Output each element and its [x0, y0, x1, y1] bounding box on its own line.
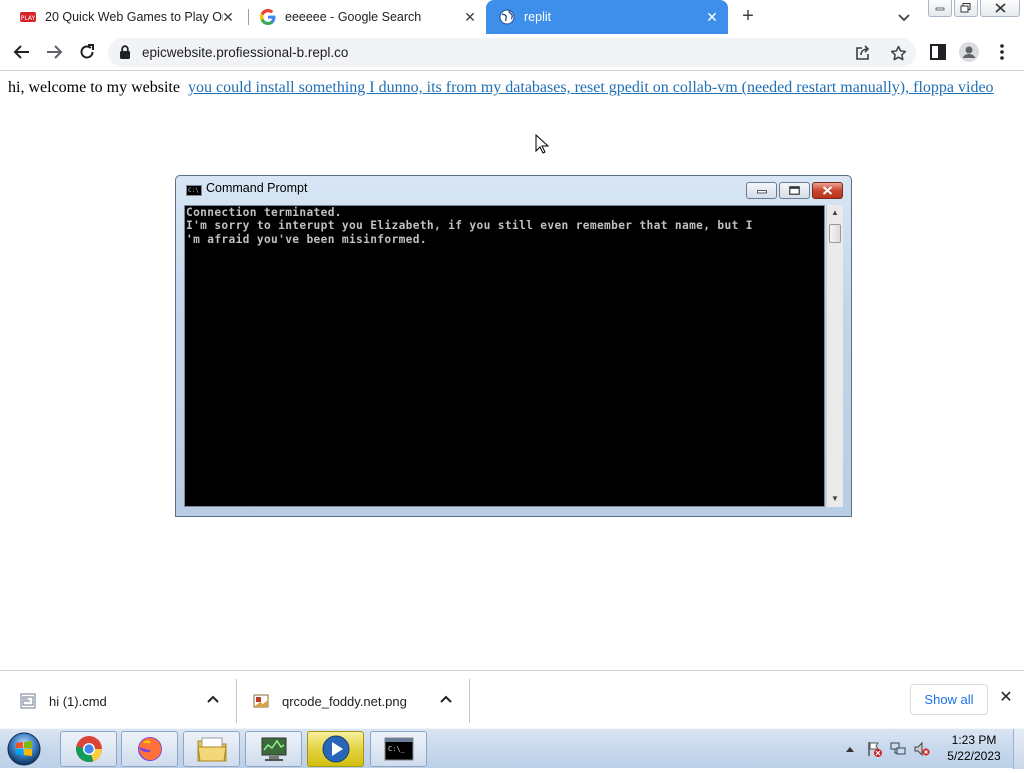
system-tray: [842, 729, 938, 769]
globe-icon: [499, 9, 515, 25]
chrome-icon: [75, 736, 102, 762]
taskbar-media-player-button[interactable]: [307, 731, 364, 767]
web-page: hi, welcome to my website you could inst…: [0, 72, 1024, 670]
window-controls: [928, 0, 1020, 17]
scroll-down-arrow-icon[interactable]: ▼: [827, 491, 843, 507]
cmd-titlebar[interactable]: C:\ Command Prompt: [176, 176, 851, 203]
scroll-up-arrow-icon[interactable]: ▲: [827, 205, 843, 221]
forward-arrow-icon[interactable]: [44, 42, 64, 62]
taskbar-explorer-button[interactable]: [183, 731, 240, 767]
cmd-icon: C:\: [186, 185, 202, 196]
show-hidden-icons-icon[interactable]: [842, 741, 858, 757]
svg-text:PLAY: PLAY: [21, 15, 36, 22]
scroll-thumb[interactable]: [829, 224, 841, 243]
minimize-window-button[interactable]: [928, 0, 952, 17]
network-icon[interactable]: [890, 741, 906, 757]
cmd-window-controls: [744, 182, 843, 199]
close-downloads-bar-icon[interactable]: ✕: [998, 690, 1014, 706]
download-filename: qrcode_foddy.net.png: [282, 693, 407, 709]
menu-kebab-icon[interactable]: [992, 42, 1012, 62]
cmd-maximize-button[interactable]: [779, 182, 810, 199]
browser-tab-strip: PLAY 20 Quick Web Games to Play On ✕ eee…: [0, 0, 1024, 34]
taskbar-cmd-button[interactable]: C:\_: [370, 731, 427, 767]
restore-window-button[interactable]: [954, 0, 978, 17]
svg-text:C:\_: C:\_: [388, 745, 406, 753]
download-item-png[interactable]: qrcode_foddy.net.png: [253, 679, 467, 723]
download-separator: [236, 679, 237, 723]
taskbar-clock[interactable]: 1:23 PM 5/22/2023: [943, 733, 1005, 764]
download-separator: [469, 679, 470, 723]
cmd-line: Connection terminated.: [186, 206, 342, 219]
taskbar-chrome-button[interactable]: [60, 731, 117, 767]
taskbar-firefox-button[interactable]: [121, 731, 178, 767]
lock-icon[interactable]: [119, 45, 131, 64]
chevron-up-icon[interactable]: [439, 693, 453, 707]
tab-title: 20 Quick Web Games to Play On: [45, 10, 223, 24]
back-arrow-icon[interactable]: [12, 42, 32, 62]
tab-search-chevron-icon[interactable]: [895, 8, 913, 26]
mouse-cursor-icon: [535, 133, 550, 159]
image-file-icon: [253, 694, 269, 708]
start-button[interactable]: [4, 730, 46, 768]
command-prompt-window[interactable]: C:\ Command Prompt Connection terminated…: [175, 175, 852, 517]
databases-link[interactable]: you could install something I dunno, its…: [188, 79, 994, 96]
url-text: epicwebsite.profiessional-b.repl.co: [142, 45, 349, 60]
browser-toolbar: epicwebsite.profiessional-b.repl.co: [0, 34, 1024, 71]
windows-taskbar: C:\_ 1:23 PM 5/22/2023: [0, 728, 1024, 769]
close-window-button[interactable]: [980, 0, 1020, 17]
reload-icon[interactable]: [77, 42, 97, 62]
side-panel-icon[interactable]: [928, 42, 948, 62]
cmd-console-output[interactable]: Connection terminated. I'm sorry to inte…: [184, 205, 825, 507]
profile-avatar-icon[interactable]: [959, 42, 979, 62]
share-icon[interactable]: [853, 44, 871, 62]
downloads-bar: hi (1).cmd qrcode_foddy.net.png Show all…: [0, 670, 1024, 728]
bookmark-star-icon[interactable]: [889, 44, 907, 62]
close-tab-icon[interactable]: ✕: [462, 9, 478, 25]
cmd-title: Command Prompt: [206, 181, 308, 195]
address-bar[interactable]: epicwebsite.profiessional-b.repl.co: [108, 38, 916, 67]
cmd-icon: C:\_: [384, 737, 413, 761]
new-tab-button[interactable]: +: [737, 6, 759, 28]
google-g-icon: [260, 9, 276, 25]
tab-title: replit: [524, 10, 552, 24]
intro-text: hi, welcome to my website: [8, 79, 180, 96]
welcome-line: hi, welcome to my website you could inst…: [8, 79, 994, 97]
cmd-line: 'm afraid you've been misinformed.: [186, 232, 427, 246]
action-center-flag-icon[interactable]: [866, 741, 882, 757]
folder-icon: [196, 737, 227, 762]
cmd-file-icon: [20, 693, 36, 709]
clock-date: 5/22/2023: [947, 749, 1001, 763]
tab-quick-web-games[interactable]: PLAY 20 Quick Web Games to Play On ✕: [0, 0, 244, 34]
tab-title: eeeeee - Google Search: [285, 10, 422, 24]
close-tab-icon[interactable]: ✕: [220, 9, 236, 25]
download-filename: hi (1).cmd: [49, 693, 107, 709]
taskbar-monitor-button[interactable]: [245, 731, 302, 767]
show-all-downloads-button[interactable]: Show all: [910, 684, 988, 715]
chevron-up-icon[interactable]: [206, 693, 220, 707]
red-game-site-icon: PLAY: [20, 9, 36, 25]
cmd-scrollbar[interactable]: ▲ ▼: [826, 205, 843, 507]
show-desktop-button[interactable]: [1013, 729, 1024, 769]
cmd-close-button[interactable]: [812, 182, 843, 199]
volume-muted-icon[interactable]: [914, 741, 930, 757]
play-icon: [322, 735, 349, 763]
tab-google-search[interactable]: eeeeee - Google Search ✕: [249, 0, 486, 34]
cmd-line: I'm sorry to interupt you Elizabeth, if …: [186, 219, 753, 233]
tab-replit[interactable]: replit ✕: [486, 0, 728, 34]
clock-time: 1:23 PM: [951, 733, 997, 747]
cmd-minimize-button[interactable]: [746, 182, 777, 199]
download-item-cmd[interactable]: hi (1).cmd: [20, 679, 234, 723]
close-tab-icon[interactable]: ✕: [704, 9, 720, 25]
firefox-icon: [137, 737, 162, 761]
monitor-icon: [261, 737, 286, 761]
